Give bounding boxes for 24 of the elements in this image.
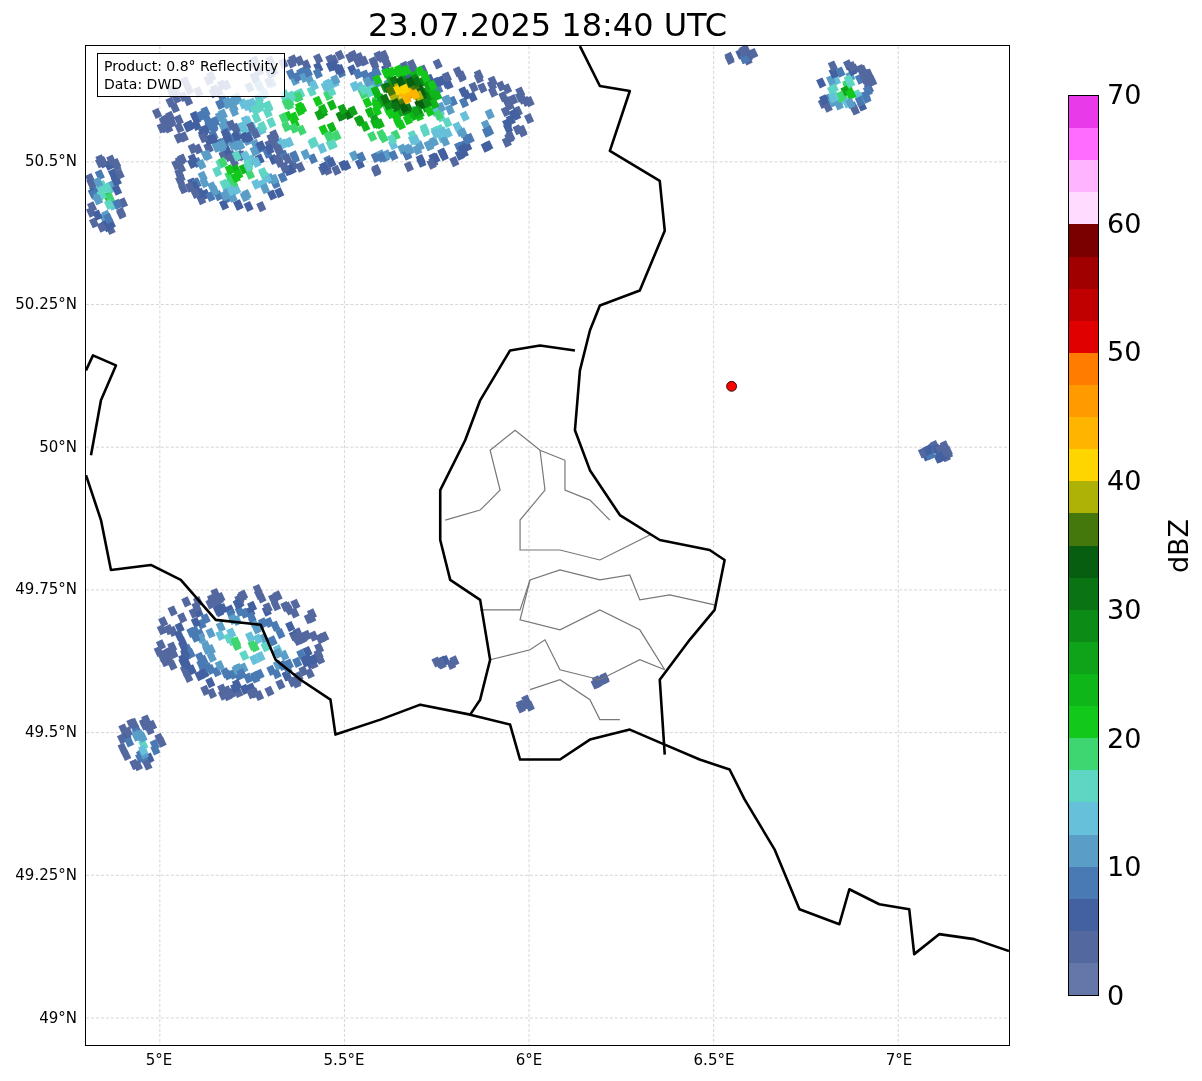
latitude-label: 49°N — [39, 1008, 77, 1027]
latitude-label: 49.25°N — [15, 866, 77, 884]
latitude-label: 49.5°N — [24, 723, 77, 742]
longitude-label: 5°E — [145, 1051, 173, 1069]
annotation-text: Product: 0.8° Reflectivity — [104, 57, 279, 75]
longitude-label: 6°E — [515, 1051, 543, 1069]
latitude-label: 50.5°N — [24, 152, 77, 170]
colorbar-tick-label: 0 — [1107, 981, 1125, 1011]
longitude-label: 5.5°E — [323, 1051, 365, 1069]
colorbar-tick-label: 40 — [1107, 466, 1142, 497]
longitude-label: 7°E — [885, 1051, 913, 1069]
chart-title: 23.07.2025 18:40 UTC — [367, 5, 728, 45]
latitude-label: 50.25°N — [15, 294, 77, 313]
longitude-label: 6.5°E — [693, 1051, 735, 1069]
colorbar-tick-label: 30 — [1107, 594, 1142, 625]
annotation-text: Data: DWD — [104, 75, 183, 93]
colorbar-tick-label: 50 — [1107, 337, 1142, 368]
colorbar-label: dBZ — [1164, 518, 1194, 573]
colorbar-tick-label: 20 — [1107, 723, 1142, 754]
latitude-label: 49.75°N — [15, 580, 77, 599]
colorbar-tick-label: 10 — [1107, 852, 1142, 883]
colorbar-tick-label: 60 — [1107, 208, 1142, 239]
colorbar-tick-label: 70 — [1107, 80, 1142, 110]
latitude-label: 50°N — [39, 437, 77, 456]
